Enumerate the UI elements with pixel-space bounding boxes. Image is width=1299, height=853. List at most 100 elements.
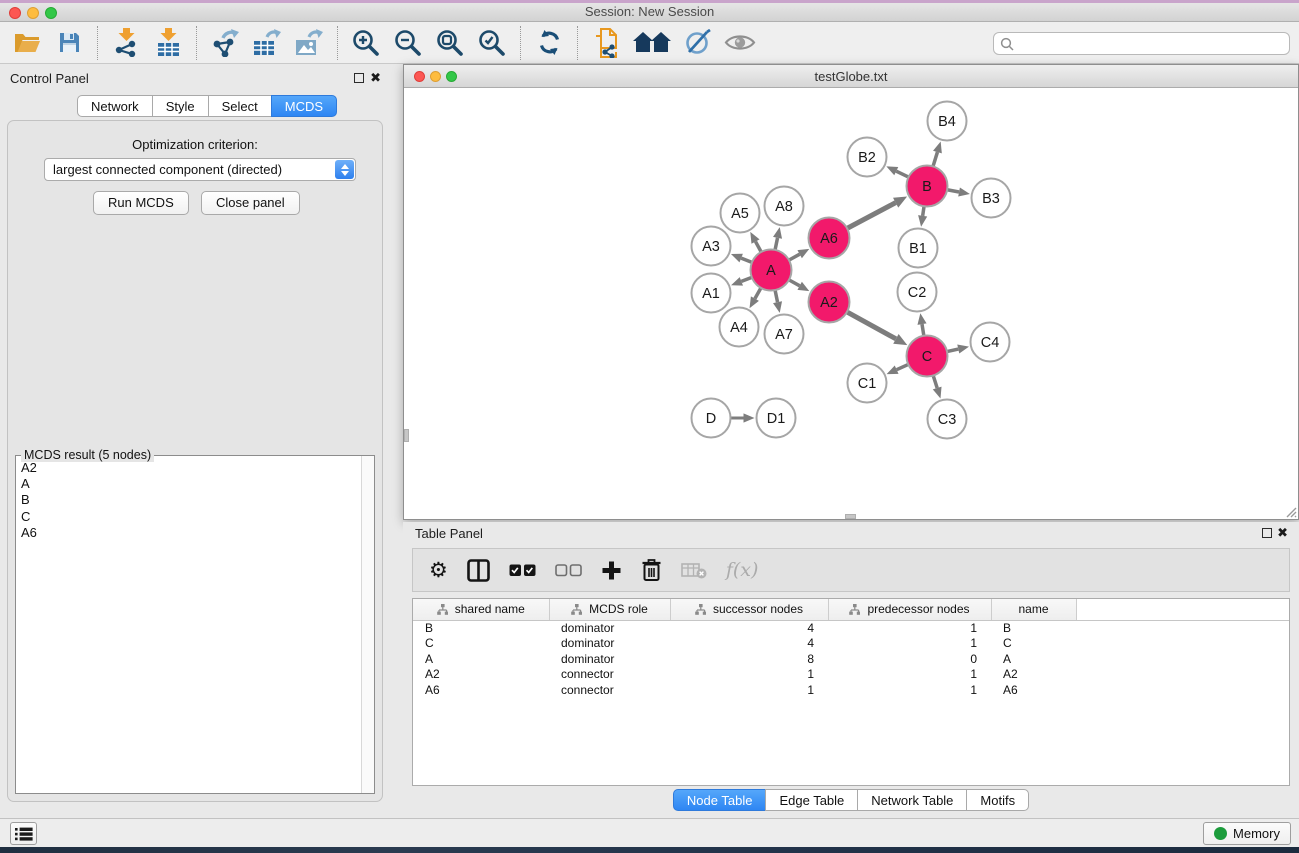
delete-table-icon[interactable] xyxy=(681,562,707,579)
graph-edge-C-C3[interactable] xyxy=(933,376,942,399)
open-file-icon[interactable] xyxy=(10,26,44,60)
resize-grip-icon[interactable] xyxy=(1284,505,1297,518)
column-header-successor-nodes[interactable]: successor nodes xyxy=(670,599,828,620)
table-settings-icon[interactable]: ⚙ xyxy=(429,560,448,581)
zoom-out-icon[interactable] xyxy=(391,26,425,60)
graph-node-A3[interactable]: A3 xyxy=(692,227,731,266)
graph-node-A8[interactable]: A8 xyxy=(765,187,804,226)
tab-style[interactable]: Style xyxy=(152,95,209,117)
graph-edge-B-B4[interactable] xyxy=(933,142,942,167)
graph-edge-C-C1[interactable] xyxy=(887,364,909,374)
close-panel-button[interactable]: Close panel xyxy=(201,191,300,215)
graph-node-A1[interactable]: A1 xyxy=(692,274,731,313)
search-box[interactable] xyxy=(993,32,1290,55)
graph-edge-D-D1[interactable] xyxy=(731,413,755,422)
graph-edge-A6-B[interactable] xyxy=(847,197,907,229)
graph-node-C1[interactable]: C1 xyxy=(848,364,887,403)
memory-button[interactable]: Memory xyxy=(1203,822,1291,845)
mcds-result-list[interactable]: A2 A B C A6 xyxy=(17,460,360,792)
criterion-select[interactable]: largest connected component (directed) xyxy=(44,158,356,181)
column-header-shared-name[interactable]: shared name xyxy=(413,599,549,620)
graph-node-A6[interactable]: A6 xyxy=(809,218,850,259)
result-scrollbar[interactable] xyxy=(361,456,374,793)
export-table-icon[interactable] xyxy=(250,26,284,60)
graph-node-D[interactable]: D xyxy=(692,399,731,438)
zoom-selected-icon[interactable] xyxy=(475,26,509,60)
graph-edge-A-A5[interactable] xyxy=(750,232,761,252)
tab-node-table[interactable]: Node Table xyxy=(673,789,767,811)
graph-node-C2[interactable]: C2 xyxy=(898,273,937,312)
table-row[interactable]: Cdominator41C xyxy=(413,636,1289,652)
refresh-icon[interactable] xyxy=(532,26,566,60)
graph-node-B[interactable]: B xyxy=(907,166,948,207)
tab-network-table[interactable]: Network Table xyxy=(857,789,967,811)
list-item[interactable]: B xyxy=(17,492,360,508)
graph-node-A5[interactable]: A5 xyxy=(721,194,760,233)
tab-motifs[interactable]: Motifs xyxy=(966,789,1029,811)
list-item[interactable]: A6 xyxy=(17,525,360,541)
graph-edge-B-B2[interactable] xyxy=(886,166,908,177)
create-column-icon[interactable] xyxy=(601,560,622,581)
list-item[interactable]: A xyxy=(17,476,360,492)
home-icon[interactable] xyxy=(631,26,673,60)
table-row[interactable]: A2connector11A2 xyxy=(413,667,1289,683)
graph-node-A7[interactable]: A7 xyxy=(765,315,804,354)
export-image-icon[interactable] xyxy=(292,26,326,60)
float-panel-icon[interactable] xyxy=(354,73,364,83)
show-panels-button[interactable] xyxy=(10,822,37,845)
graph-node-C4[interactable]: C4 xyxy=(971,323,1010,362)
graph-node-C3[interactable]: C3 xyxy=(928,400,967,439)
eye-icon[interactable] xyxy=(723,26,757,60)
save-session-icon[interactable] xyxy=(52,26,86,60)
select-all-columns-icon[interactable] xyxy=(509,564,536,577)
column-header-mcds-role[interactable]: MCDS role xyxy=(549,599,670,620)
graph-node-D1[interactable]: D1 xyxy=(757,399,796,438)
tab-mcds[interactable]: MCDS xyxy=(271,95,337,117)
unselect-all-columns-icon[interactable] xyxy=(555,564,582,577)
function-builder-icon[interactable]: f(x) xyxy=(726,559,759,581)
graph-edge-B-B1[interactable] xyxy=(918,206,927,226)
graph-node-C[interactable]: C xyxy=(907,336,948,377)
canvas-vertical-scroll-thumb[interactable] xyxy=(404,429,409,442)
import-table-icon[interactable] xyxy=(151,26,185,60)
graph-edge-A-A7[interactable] xyxy=(773,290,782,313)
search-input[interactable] xyxy=(1018,34,1289,53)
graph-edge-B-B3[interactable] xyxy=(947,187,970,196)
zoom-in-icon[interactable] xyxy=(349,26,383,60)
graph-edge-A-A6[interactable] xyxy=(789,249,809,260)
network-window-titlebar[interactable]: testGlobe.txt xyxy=(404,65,1298,88)
canvas-horizontal-scroll-thumb[interactable] xyxy=(845,514,856,519)
tab-select[interactable]: Select xyxy=(208,95,272,117)
table-row[interactable]: Adominator80A xyxy=(413,652,1289,668)
column-header-name[interactable]: name xyxy=(991,599,1076,620)
delete-columns-icon[interactable] xyxy=(641,558,662,582)
graph-node-B2[interactable]: B2 xyxy=(848,138,887,177)
graph-node-B4[interactable]: B4 xyxy=(928,102,967,141)
graph-node-B3[interactable]: B3 xyxy=(972,179,1011,218)
tab-network[interactable]: Network xyxy=(77,95,153,117)
float-table-panel-icon[interactable] xyxy=(1262,528,1272,538)
hide-graphics-details-icon[interactable] xyxy=(681,26,715,60)
close-panel-icon[interactable]: ✖ xyxy=(370,72,381,84)
close-table-panel-icon[interactable]: ✖ xyxy=(1277,527,1288,539)
graph-edge-C-C2[interactable] xyxy=(917,313,926,336)
graph-edge-C-C4[interactable] xyxy=(947,345,969,354)
graph-edge-A-A1[interactable] xyxy=(731,277,752,286)
graph-node-B1[interactable]: B1 xyxy=(899,229,938,268)
graph-edge-A-A4[interactable] xyxy=(750,288,761,308)
tab-edge-table[interactable]: Edge Table xyxy=(765,789,858,811)
graph-edge-A2-C[interactable] xyxy=(847,312,907,345)
new-network-icon[interactable] xyxy=(589,26,623,60)
split-panel-icon[interactable] xyxy=(467,559,490,582)
graph-edge-A-A8[interactable] xyxy=(773,227,782,250)
table-row[interactable]: A6connector11A6 xyxy=(413,683,1289,699)
zoom-fit-icon[interactable] xyxy=(433,26,467,60)
list-item[interactable]: C xyxy=(17,509,360,525)
run-mcds-button[interactable]: Run MCDS xyxy=(93,191,189,215)
export-network-icon[interactable] xyxy=(208,26,242,60)
graph-edge-A-A3[interactable] xyxy=(731,254,752,263)
graph-node-A2[interactable]: A2 xyxy=(809,282,850,323)
graph-node-A[interactable]: A xyxy=(751,250,792,291)
column-header-predecessor-nodes[interactable]: predecessor nodes xyxy=(828,599,991,620)
graph-node-A4[interactable]: A4 xyxy=(720,308,759,347)
